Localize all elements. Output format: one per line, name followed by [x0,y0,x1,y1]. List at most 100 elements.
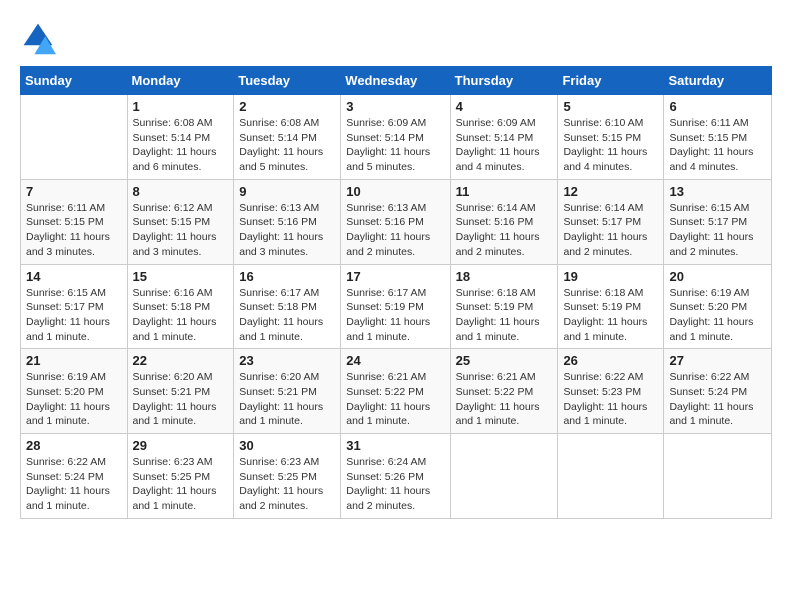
day-number: 8 [133,184,229,199]
day-info: Sunrise: 6:10 AM Sunset: 5:15 PM Dayligh… [563,116,658,175]
day-info: Sunrise: 6:16 AM Sunset: 5:18 PM Dayligh… [133,286,229,345]
calendar-header: SundayMondayTuesdayWednesdayThursdayFrid… [21,67,772,95]
day-info: Sunrise: 6:17 AM Sunset: 5:19 PM Dayligh… [346,286,444,345]
day-cell: 13 Sunrise: 6:15 AM Sunset: 5:17 PM Dayli… [664,179,772,264]
day-cell: 15 Sunrise: 6:16 AM Sunset: 5:18 PM Dayli… [127,264,234,349]
day-number: 28 [26,438,122,453]
day-info: Sunrise: 6:22 AM Sunset: 5:24 PM Dayligh… [26,455,122,514]
day-info: Sunrise: 6:18 AM Sunset: 5:19 PM Dayligh… [563,286,658,345]
week-row-3: 14 Sunrise: 6:15 AM Sunset: 5:17 PM Dayli… [21,264,772,349]
day-cell: 14 Sunrise: 6:15 AM Sunset: 5:17 PM Dayli… [21,264,128,349]
day-number: 16 [239,269,335,284]
day-cell: 26 Sunrise: 6:22 AM Sunset: 5:23 PM Dayli… [558,349,664,434]
day-number: 25 [456,353,553,368]
day-cell [664,434,772,519]
day-info: Sunrise: 6:15 AM Sunset: 5:17 PM Dayligh… [669,201,766,260]
day-cell: 2 Sunrise: 6:08 AM Sunset: 5:14 PM Daylig… [234,95,341,180]
day-cell: 4Sunrise: 6:09 AM Sunset: 5:14 PM Daylig… [450,95,558,180]
day-cell: 5Sunrise: 6:10 AM Sunset: 5:15 PM Daylig… [558,95,664,180]
day-info: Sunrise: 6:19 AM Sunset: 5:20 PM Dayligh… [26,370,122,429]
calendar-body: 1Sunrise: 6:08 AM Sunset: 5:14 PM Daylig… [21,95,772,519]
day-cell: 18 Sunrise: 6:18 AM Sunset: 5:19 PM Dayli… [450,264,558,349]
day-info: Sunrise: 6:24 AM Sunset: 5:26 PM Dayligh… [346,455,444,514]
header-row: SundayMondayTuesdayWednesdayThursdayFrid… [21,67,772,95]
day-info: Sunrise: 6:22 AM Sunset: 5:24 PM Dayligh… [669,370,766,429]
header-cell-tuesday: Tuesday [234,67,341,95]
day-info: Sunrise: 6:20 AM Sunset: 5:21 PM Dayligh… [239,370,335,429]
day-number: 19 [563,269,658,284]
day-number: 29 [133,438,229,453]
day-cell: 3 Sunrise: 6:09 AM Sunset: 5:14 PM Daylig… [341,95,450,180]
day-number: 17 [346,269,444,284]
header-cell-friday: Friday [558,67,664,95]
day-info: Sunrise: 6:08 AM Sunset: 5:14 PM Dayligh… [133,116,229,175]
day-number: 11 [456,184,553,199]
day-number: 15 [133,269,229,284]
header-cell-wednesday: Wednesday [341,67,450,95]
day-info: Sunrise: 6:11 AM Sunset: 5:15 PM Dayligh… [26,201,122,260]
day-info: Sunrise: 6:09 AM Sunset: 5:14 PM Dayligh… [346,116,444,175]
day-cell: 11 Sunrise: 6:14 AM Sunset: 5:16 PM Dayli… [450,179,558,264]
header-cell-monday: Monday [127,67,234,95]
day-number: 30 [239,438,335,453]
header-cell-thursday: Thursday [450,67,558,95]
day-info: Sunrise: 6:19 AM Sunset: 5:20 PM Dayligh… [669,286,766,345]
header-cell-sunday: Sunday [21,67,128,95]
week-row-4: 21 Sunrise: 6:19 AM Sunset: 5:20 PM Dayli… [21,349,772,434]
day-info: Sunrise: 6:14 AM Sunset: 5:16 PM Dayligh… [456,201,553,260]
day-cell: 19 Sunrise: 6:18 AM Sunset: 5:19 PM Dayli… [558,264,664,349]
day-cell: 29 Sunrise: 6:23 AM Sunset: 5:25 PM Dayli… [127,434,234,519]
day-number: 14 [26,269,122,284]
day-number: 9 [239,184,335,199]
day-info: Sunrise: 6:18 AM Sunset: 5:19 PM Dayligh… [456,286,553,345]
day-cell [558,434,664,519]
day-number: 2 [239,99,335,114]
day-cell: 28 Sunrise: 6:22 AM Sunset: 5:24 PM Dayli… [21,434,128,519]
day-number: 12 [563,184,658,199]
day-number: 13 [669,184,766,199]
day-info: Sunrise: 6:17 AM Sunset: 5:18 PM Dayligh… [239,286,335,345]
day-info: Sunrise: 6:21 AM Sunset: 5:22 PM Dayligh… [456,370,553,429]
day-info: Sunrise: 6:12 AM Sunset: 5:15 PM Dayligh… [133,201,229,260]
day-info: Sunrise: 6:22 AM Sunset: 5:23 PM Dayligh… [563,370,658,429]
day-number: 23 [239,353,335,368]
day-number: 22 [133,353,229,368]
week-row-1: 1Sunrise: 6:08 AM Sunset: 5:14 PM Daylig… [21,95,772,180]
logo-icon [20,20,56,56]
day-number: 18 [456,269,553,284]
day-info: Sunrise: 6:14 AM Sunset: 5:17 PM Dayligh… [563,201,658,260]
day-info: Sunrise: 6:20 AM Sunset: 5:21 PM Dayligh… [133,370,229,429]
day-info: Sunrise: 6:21 AM Sunset: 5:22 PM Dayligh… [346,370,444,429]
calendar-table: SundayMondayTuesdayWednesdayThursdayFrid… [20,66,772,519]
day-cell: 22 Sunrise: 6:20 AM Sunset: 5:21 PM Dayli… [127,349,234,434]
day-number: 27 [669,353,766,368]
day-cell [21,95,128,180]
day-info: Sunrise: 6:11 AM Sunset: 5:15 PM Dayligh… [669,116,766,175]
day-number: 3 [346,99,444,114]
day-number: 31 [346,438,444,453]
day-cell: 10 Sunrise: 6:13 AM Sunset: 5:16 PM Dayli… [341,179,450,264]
day-cell: 9Sunrise: 6:13 AM Sunset: 5:16 PM Daylig… [234,179,341,264]
day-cell: 20 Sunrise: 6:19 AM Sunset: 5:20 PM Dayli… [664,264,772,349]
day-number: 10 [346,184,444,199]
day-info: Sunrise: 6:08 AM Sunset: 5:14 PM Dayligh… [239,116,335,175]
day-info: Sunrise: 6:13 AM Sunset: 5:16 PM Dayligh… [346,201,444,260]
day-number: 6 [669,99,766,114]
day-cell: 23 Sunrise: 6:20 AM Sunset: 5:21 PM Dayli… [234,349,341,434]
day-info: Sunrise: 6:15 AM Sunset: 5:17 PM Dayligh… [26,286,122,345]
day-cell: 16 Sunrise: 6:17 AM Sunset: 5:18 PM Dayli… [234,264,341,349]
day-cell: 12 Sunrise: 6:14 AM Sunset: 5:17 PM Dayli… [558,179,664,264]
day-cell: 6 Sunrise: 6:11 AM Sunset: 5:15 PM Daylig… [664,95,772,180]
day-cell: 30Sunrise: 6:23 AM Sunset: 5:25 PM Dayli… [234,434,341,519]
logo [20,20,60,56]
day-info: Sunrise: 6:23 AM Sunset: 5:25 PM Dayligh… [133,455,229,514]
week-row-2: 7 Sunrise: 6:11 AM Sunset: 5:15 PM Daylig… [21,179,772,264]
day-number: 21 [26,353,122,368]
day-number: 7 [26,184,122,199]
day-number: 26 [563,353,658,368]
day-cell: 8 Sunrise: 6:12 AM Sunset: 5:15 PM Daylig… [127,179,234,264]
day-cell: 31 Sunrise: 6:24 AM Sunset: 5:26 PM Dayli… [341,434,450,519]
day-number: 20 [669,269,766,284]
header-cell-saturday: Saturday [664,67,772,95]
day-cell: 25 Sunrise: 6:21 AM Sunset: 5:22 PM Dayli… [450,349,558,434]
